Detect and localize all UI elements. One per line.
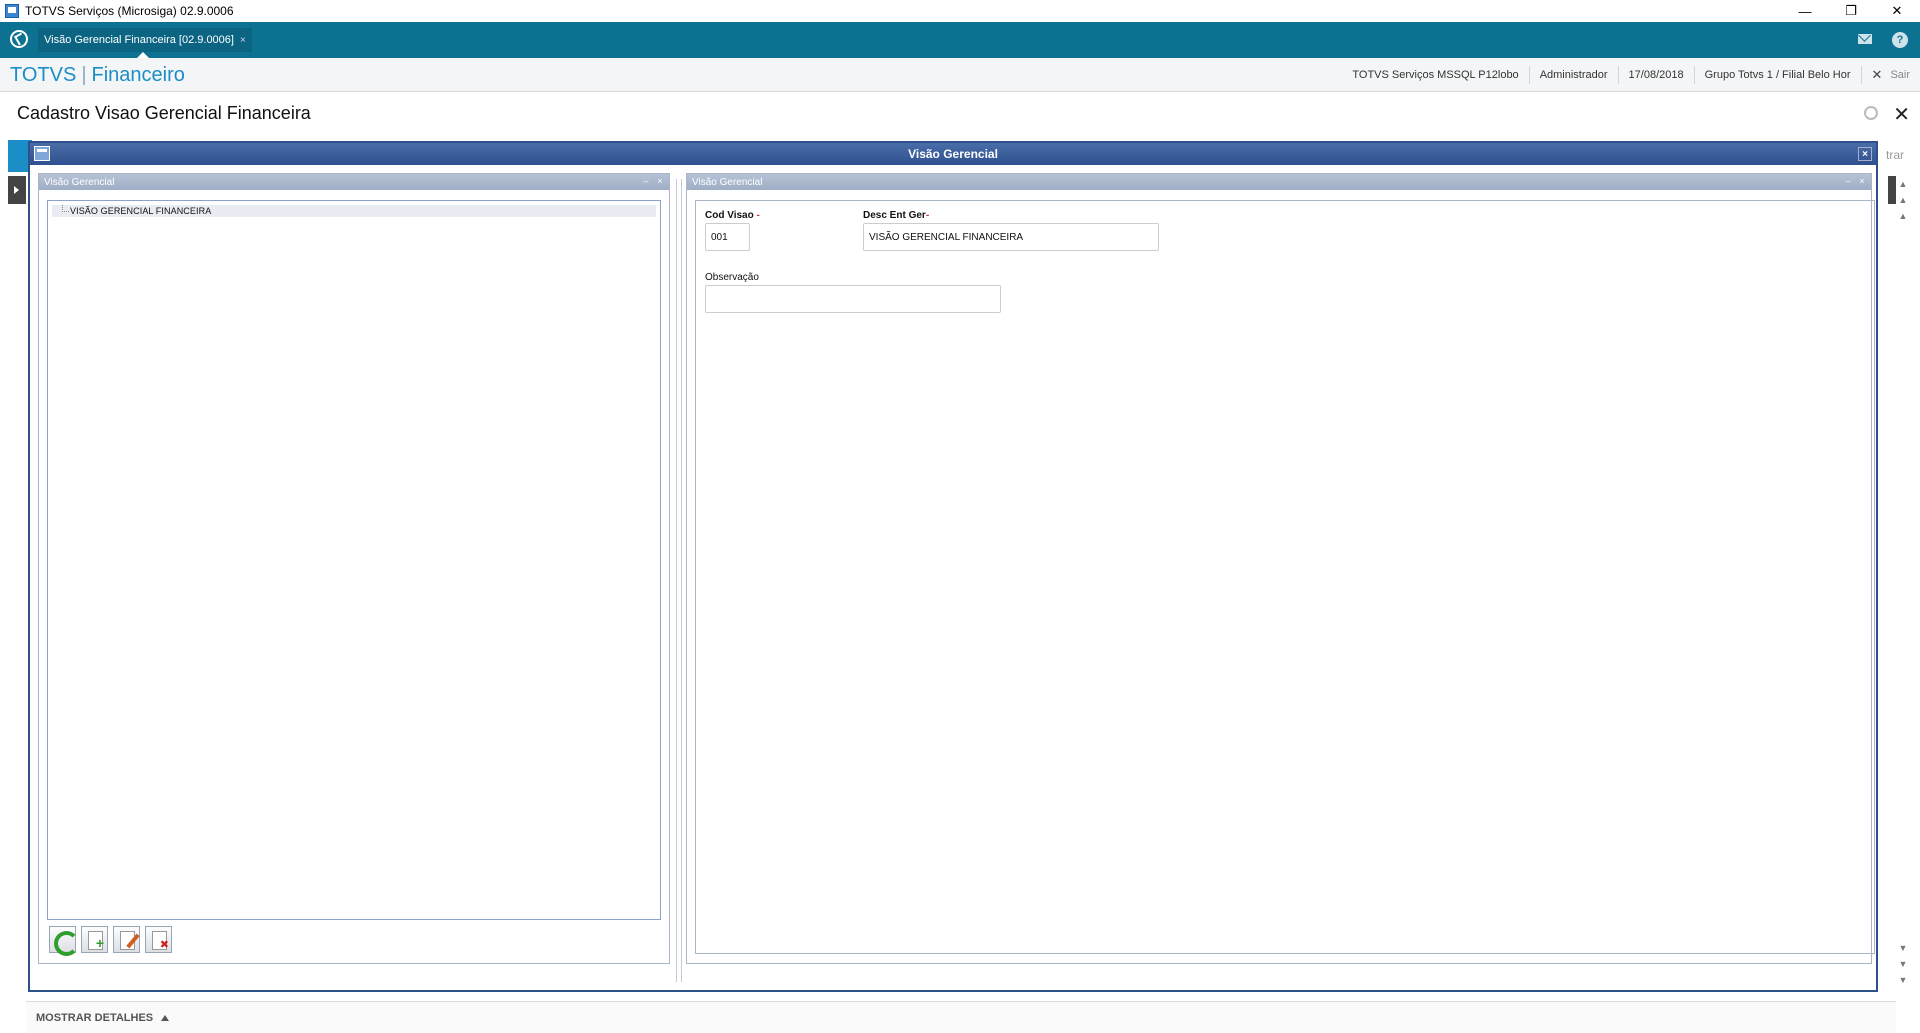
right-panel-controls: – × xyxy=(1843,176,1867,186)
observacao-field[interactable] xyxy=(705,285,1001,313)
branch-label: Grupo Totvs 1 / Filial Belo Hor xyxy=(1693,66,1861,84)
form-area: Cod Visao - 001 Desc Ent Ger- VISÃO GERE… xyxy=(695,200,1875,954)
restore-button[interactable]: ❐ xyxy=(1828,0,1874,22)
dialog-title: Visão Gerencial xyxy=(908,147,998,161)
page-close-button[interactable]: ✕ xyxy=(1893,102,1910,127)
cod-visao-label-text: Cod Visao xyxy=(705,210,754,221)
delete-item-button[interactable] xyxy=(145,926,172,953)
dialog-window-icon xyxy=(34,146,50,161)
scroll-top-icon[interactable]: ▲ xyxy=(1896,176,1910,192)
add-item-button[interactable] xyxy=(81,926,108,953)
scroll-up-icon[interactable]: ▲ xyxy=(1896,208,1910,224)
app-icon xyxy=(5,4,19,18)
edit-item-button[interactable] xyxy=(113,926,140,953)
environment-label: TOTVS Serviços MSSQL P12lobo xyxy=(1352,69,1519,81)
right-panel-header: Visão Gerencial – × xyxy=(687,174,1871,190)
tab-visao-gerencial[interactable]: Visão Gerencial Financeira [02.9.0006] × xyxy=(38,28,252,52)
tab-close-icon[interactable]: × xyxy=(240,35,246,46)
background-strip xyxy=(1888,176,1896,204)
brand-separator: | xyxy=(81,64,87,86)
left-panel-header: Visão Gerencial – × xyxy=(39,174,669,190)
window-controls: — ❐ ✕ xyxy=(1782,0,1920,22)
brand-logo: TOTVS | Financeiro xyxy=(10,64,185,87)
cod-visao-label: Cod Visao - xyxy=(705,210,760,221)
desc-ent-ger-label-text: Desc Ent Ger xyxy=(863,210,926,221)
minimize-button[interactable]: — xyxy=(1782,0,1828,22)
brand-main: TOTVS xyxy=(10,64,77,86)
dialog-titlebar: Visão Gerencial × xyxy=(30,143,1876,165)
tab-bar: Visão Gerencial Financeira [02.9.0006] ×… xyxy=(0,22,1920,59)
desc-ent-ger-label: Desc Ent Ger- xyxy=(863,210,929,221)
app-header: TOTVS | Financeiro TOTVS Serviços MSSQL P1… xyxy=(0,58,1920,92)
required-marker: - xyxy=(925,210,930,221)
scroll-bottom-icon[interactable]: ▼ xyxy=(1896,972,1910,988)
right-panel-close-button[interactable]: × xyxy=(1857,176,1867,186)
show-details-button[interactable]: MOSTRAR DETALHES xyxy=(36,1012,170,1024)
required-marker: - xyxy=(756,210,760,221)
session-info: TOTVS Serviços MSSQL P12lobo Administrad… xyxy=(1342,58,1920,92)
show-details-label: MOSTRAR DETALHES xyxy=(36,1012,154,1024)
scroll-page-up-icon[interactable]: ▲ xyxy=(1896,192,1910,208)
user-label: Administrador xyxy=(1528,66,1618,84)
page-title: Cadastro Visao Gerencial Financeira xyxy=(17,103,311,123)
dialog-close-button[interactable]: × xyxy=(1858,147,1872,161)
help-icon[interactable]: ? xyxy=(1892,32,1908,48)
right-panel-minimize-button[interactable]: – xyxy=(1843,176,1853,186)
scroll-page-down-icon[interactable]: ▼ xyxy=(1896,956,1910,972)
tree-item[interactable]: VISÃO GERENCIAL FINANCEIRA xyxy=(52,205,656,217)
logout-icon: ✕ xyxy=(1871,67,1883,82)
right-panel-title: Visão Gerencial xyxy=(692,176,763,188)
tree-view[interactable]: VISÃO GERENCIAL FINANCEIRA xyxy=(47,200,661,920)
left-panel-minimize-button[interactable]: – xyxy=(641,176,651,186)
panel-splitter[interactable] xyxy=(676,179,682,982)
page-scrollbar[interactable]: ▲ ▲ ▲ xyxy=(1896,176,1910,996)
gear-icon[interactable] xyxy=(1864,106,1878,120)
close-window-button[interactable]: ✕ xyxy=(1874,0,1920,22)
tree-connector xyxy=(62,205,69,212)
tree-toolbar xyxy=(49,926,172,956)
date-label: 17/08/2018 xyxy=(1617,66,1694,84)
details-footer: MOSTRAR DETALHES xyxy=(26,1001,1896,1033)
window-titlebar: TOTVS Serviços (Microsiga) 02.9.0006 — ❐… xyxy=(0,0,1920,22)
mail-icon[interactable] xyxy=(1858,34,1872,44)
caret-up-icon xyxy=(161,1015,170,1021)
page-scrollbar-bottom[interactable]: ▼ ▼ ▼ xyxy=(1896,940,1910,988)
window-title: TOTVS Serviços (Microsiga) 02.9.0006 xyxy=(25,4,234,18)
background-button-text: trar xyxy=(1886,148,1904,162)
cod-visao-field[interactable]: 001 xyxy=(705,223,750,251)
refresh-button[interactable] xyxy=(49,926,79,956)
desc-ent-ger-field[interactable]: VISÃO GERENCIAL FINANCEIRA xyxy=(863,223,1159,251)
right-panel: Visão Gerencial – × Cod Visao - 001 Desc… xyxy=(686,173,1875,964)
tree-item-label: VISÃO GERENCIAL FINANCEIRA xyxy=(70,206,212,216)
brand-module: Financeiro xyxy=(91,64,185,86)
observacao-label: Observação xyxy=(705,272,759,283)
visao-gerencial-dialog: Visão Gerencial × Visão Gerencial – × VI… xyxy=(28,141,1878,992)
expand-arrow-icon[interactable] xyxy=(8,176,26,204)
left-panel-title: Visão Gerencial xyxy=(44,176,115,188)
logout-label: Sair xyxy=(1890,69,1910,81)
left-panel-close-button[interactable]: × xyxy=(655,176,665,186)
tab-label: Visão Gerencial Financeira [02.9.0006] xyxy=(44,34,234,46)
left-panel: Visão Gerencial – × VISÃO GERENCIAL FINA… xyxy=(38,173,670,964)
home-icon[interactable] xyxy=(10,30,28,48)
left-panel-controls: – × xyxy=(641,176,665,186)
logout-button[interactable]: ✕ Sair xyxy=(1860,66,1920,84)
scroll-down-icon[interactable]: ▼ xyxy=(1896,940,1910,956)
